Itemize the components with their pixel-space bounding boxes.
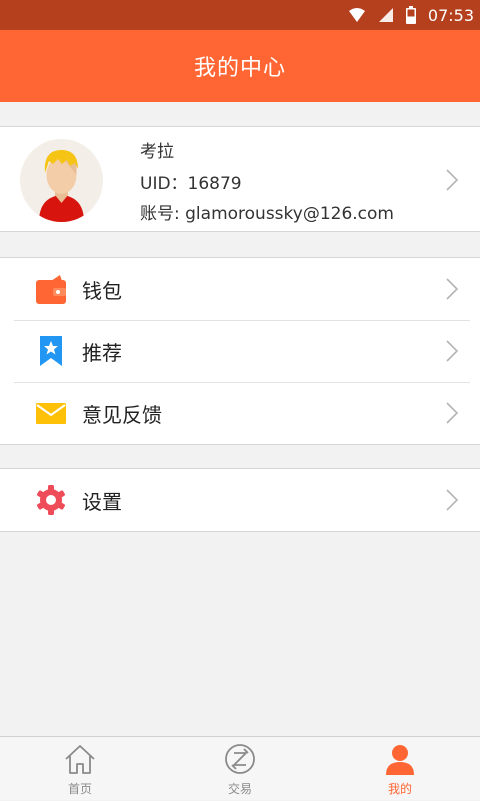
gear-icon — [37, 485, 65, 515]
wallet-icon — [36, 275, 66, 304]
status-icons: 07:53 — [348, 0, 474, 30]
bookmark-star-icon — [40, 336, 62, 366]
menu-label-wallet: 钱包 — [82, 278, 122, 303]
menu-label-settings: 设置 — [82, 489, 122, 514]
profile-card[interactable]: 考拉 UID：16879 账号: glamoroussky@126.com — [0, 126, 480, 232]
chevron-right-icon — [446, 278, 459, 300]
tab-trade[interactable]: 交易 — [160, 737, 320, 801]
chevron-right-icon — [446, 489, 459, 511]
tab-home[interactable]: 首页 — [0, 737, 160, 801]
bottom-tab-bar: 首页 交易 我的 — [0, 736, 480, 800]
menu-item-wallet[interactable]: 钱包 — [0, 258, 480, 320]
profile-uid: UID：16879 — [140, 174, 242, 194]
profile-name: 考拉 — [140, 142, 174, 162]
menu-item-settings[interactable]: 设置 — [0, 469, 480, 531]
page-title: 我的中心 — [193, 56, 286, 81]
avatar — [20, 139, 103, 222]
tab-label-mine: 我的 — [387, 782, 412, 796]
mail-icon — [36, 403, 66, 424]
person-icon — [386, 745, 414, 775]
chevron-right-icon — [446, 402, 459, 424]
status-bar: 07:53 — [0, 0, 480, 30]
tab-label-trade: 交易 — [227, 782, 252, 796]
menu-label-feedback: 意见反馈 — [82, 402, 162, 427]
trade-icon — [225, 744, 255, 774]
tab-mine[interactable]: 我的 — [320, 737, 480, 801]
main-content: 考拉 UID：16879 账号: glamoroussky@126.com 钱包… — [0, 102, 480, 736]
profile-account: 账号: glamoroussky@126.com — [140, 204, 394, 224]
signal-icon — [378, 8, 393, 22]
battery-icon — [405, 6, 416, 24]
menu-group-main: 钱包 推荐 意见反馈 — [0, 257, 480, 445]
chevron-right-icon — [446, 340, 459, 362]
menu-item-recommend[interactable]: 推荐 — [0, 320, 480, 382]
status-time: 07:53 — [427, 5, 474, 25]
home-icon — [65, 745, 95, 774]
chevron-right-icon — [446, 169, 459, 191]
wifi-icon — [348, 8, 365, 22]
app-header: 我的中心 — [0, 30, 480, 102]
menu-item-feedback[interactable]: 意见反馈 — [0, 382, 480, 444]
menu-label-recommend: 推荐 — [82, 340, 122, 365]
tab-label-home: 首页 — [67, 782, 92, 796]
menu-group-settings: 设置 — [0, 468, 480, 532]
